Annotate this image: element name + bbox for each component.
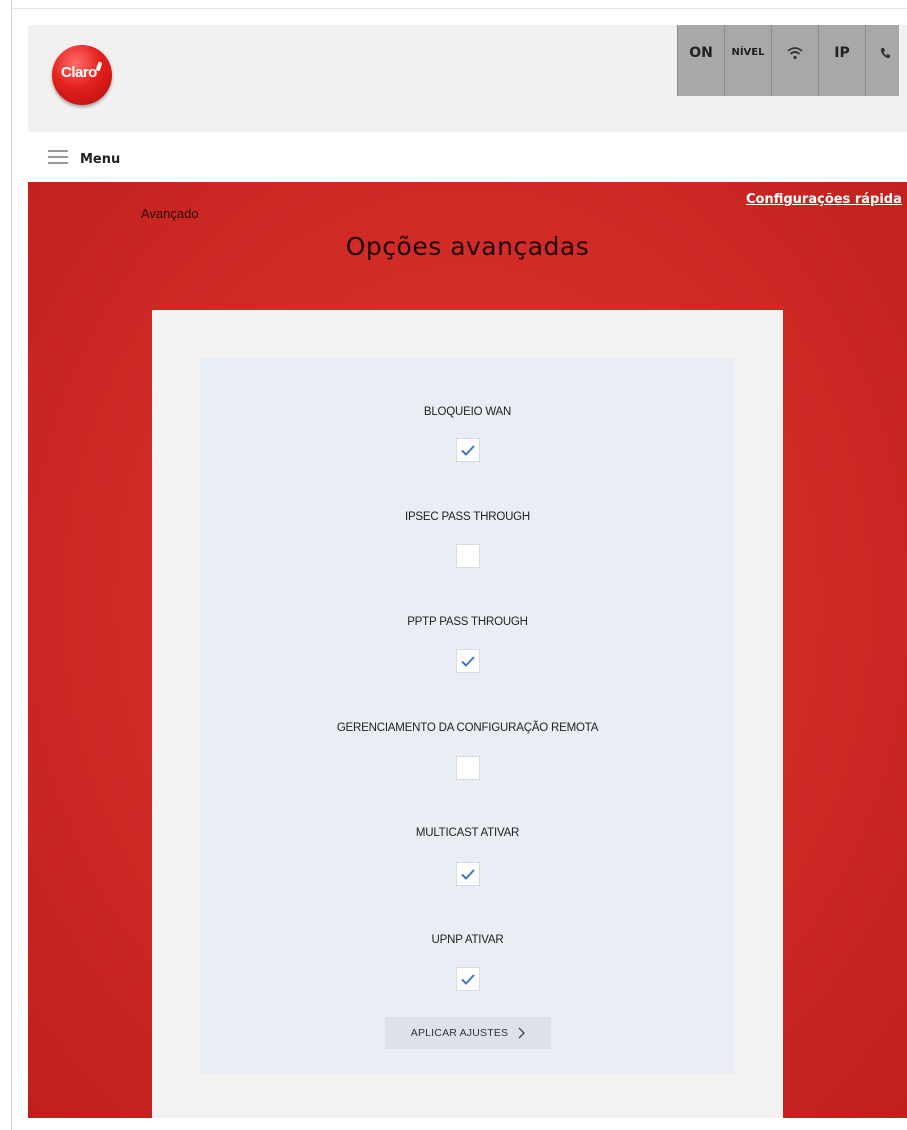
check-icon [461,973,475,985]
phone-icon [880,47,890,58]
breadcrumb[interactable]: Avançado [141,206,199,221]
status-level[interactable]: NÍVEL [724,25,771,96]
checkbox-pptp[interactable] [456,649,480,673]
option-label-multicast: MULTICAST ATIVAR [415,827,520,839]
status-level-label: NÍVEL [731,47,765,58]
menu-bar: Menu [28,133,907,182]
option-label-pptp: PPTP PASS THROUGH [407,616,528,628]
window-border-top [11,8,907,9]
status-on[interactable]: ON [677,25,724,96]
window-border [11,0,12,1130]
content-area: Avançado Configurações rápida Opções ava… [28,182,907,1118]
option-label-wan-block: BLOQUEIO WAN [423,406,512,418]
status-phone[interactable] [865,25,899,96]
option-label-upnp: UPNP ATIVAR [431,934,504,946]
page-frame: Claro ON NÍVEL IP Menu Avançado Configur… [0,0,907,1130]
chevron-right-icon [518,1027,526,1039]
status-wifi[interactable] [771,25,818,96]
quick-config-link[interactable]: Configurações rápida [746,192,902,207]
header: Claro ON NÍVEL IP [28,25,907,132]
page-title: Opções avançadas [345,232,590,261]
claro-logo[interactable]: Claro [52,45,112,105]
hamburger-icon[interactable] [48,150,68,164]
settings-card: BLOQUEIO WAN IPSEC PASS THROUGH PPTP PAS… [152,310,783,1118]
check-icon [461,868,475,880]
checkbox-multicast[interactable] [456,862,480,886]
option-label-remote-config: GERENCIAMENTO DA CONFIGURAÇÃO REMOTA [336,722,599,734]
checkbox-wan-block[interactable] [456,438,480,462]
status-ip[interactable]: IP [818,25,865,96]
check-icon [461,655,475,667]
checkbox-ipsec[interactable] [456,544,480,568]
menu-label[interactable]: Menu [80,152,120,167]
status-bar: ON NÍVEL IP [677,25,899,96]
status-on-label: ON [689,44,713,61]
checkbox-remote-config[interactable] [456,756,480,780]
checkbox-upnp[interactable] [456,967,480,991]
logo-text: Claro [61,64,97,81]
status-ip-label: IP [834,44,850,61]
wifi-icon [787,46,803,59]
check-icon [461,444,475,456]
apply-settings-button[interactable]: APLICAR AJUSTES [385,1017,551,1049]
options-panel: BLOQUEIO WAN IPSEC PASS THROUGH PPTP PAS… [200,358,735,1074]
option-label-ipsec: IPSEC PASS THROUGH [404,511,531,523]
apply-button-label: APLICAR AJUSTES [410,1027,509,1039]
